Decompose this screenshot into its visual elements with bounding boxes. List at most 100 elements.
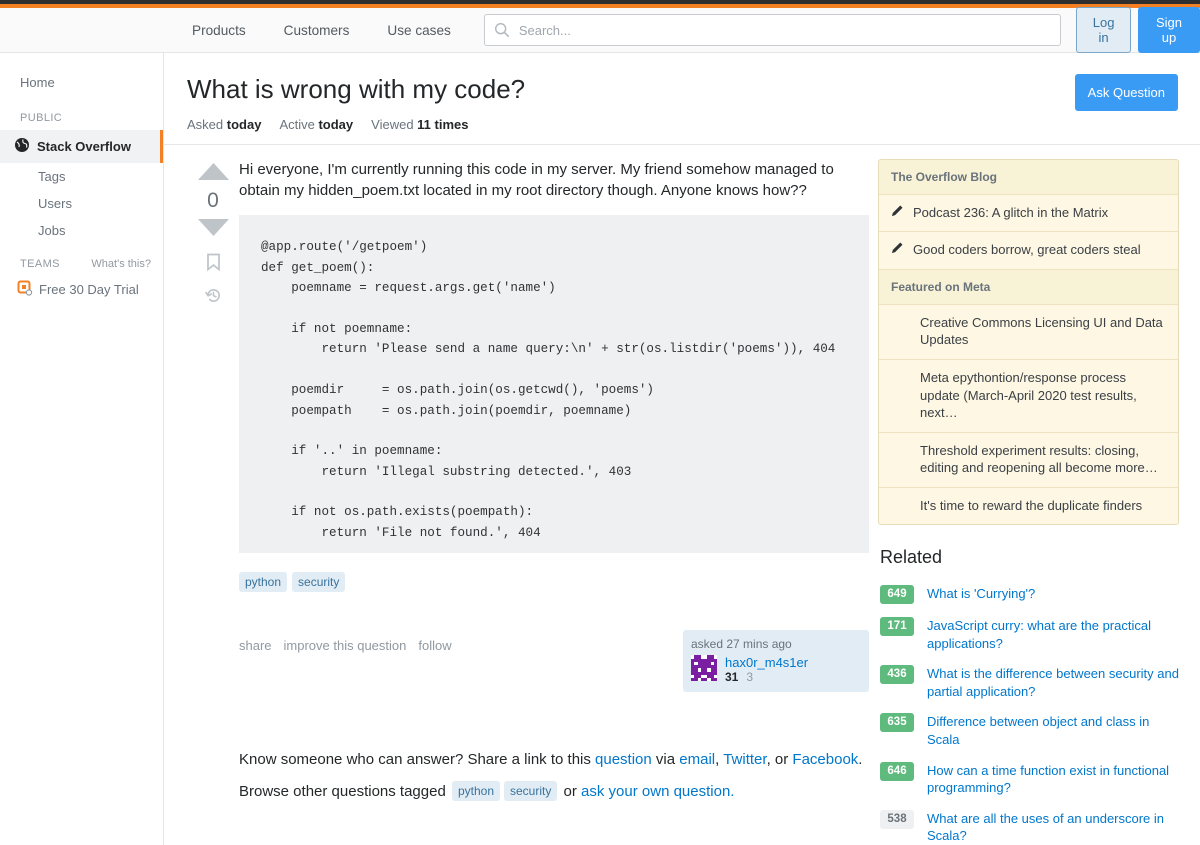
user-row: hax0r_m4s1er 31 3 [691,655,861,684]
facebook-link[interactable]: Facebook [792,751,858,768]
sidebar-item-jobs[interactable]: Jobs [0,217,163,244]
improve-question-action[interactable]: improve this question [284,638,407,653]
badge-count: 3 [746,670,754,685]
meta-item[interactable]: It's time to reward the duplicate finder… [879,488,1178,525]
sidebar-item-stack-overflow[interactable]: Stack Overflow [0,130,163,163]
related-item[interactable]: 635 Difference between object and class … [878,707,1179,755]
community-bulletin: The Overflow Blog Podcast 236: A glitch … [878,158,1179,526]
browse-prefix: Browse other questions tagged [239,782,450,800]
related-score: 538 [880,809,914,829]
meta-viewed-label: Viewed [371,116,414,132]
email-link[interactable]: email [679,751,715,768]
related-link[interactable]: What are all the uses of an underscore i… [927,810,1179,845]
tag-python[interactable]: python [239,572,288,593]
share-action[interactable]: share [239,638,272,653]
question-link[interactable]: question [595,751,652,768]
blog-item-label: Podcast 236: A glitch in the Matrix [913,204,1109,220]
ask-own-question-link[interactable]: ask your own question. [581,783,734,800]
meta-item[interactable]: Meta epythontion/response process update… [879,360,1178,433]
pencil-icon [891,241,904,259]
post-layout: 0 Hi everyone, I'm currently running thi… [187,159,869,808]
related-item[interactable]: 171 JavaScript curry: what are the pract… [878,611,1179,659]
history-icon[interactable] [204,287,222,309]
site-header: Products Customers Use cases Log in Sign… [0,7,1200,53]
blog-item-label: Good coders borrow, great coders steal [913,242,1141,258]
related-item[interactable]: 646 How can a time function exist in fun… [878,756,1179,804]
post-actions: share improve this question follow [239,630,452,653]
sidebar-item-free-trial[interactable]: Free 30 Day Trial [0,276,163,303]
blog-heading: The Overflow Blog [879,159,1178,195]
question-body: Hi everyone, I'm currently running this … [239,160,834,200]
content-columns: 0 Hi everyone, I'm currently running thi… [164,145,1200,845]
teams-label: TEAMS [20,258,60,270]
avatar[interactable] [691,655,717,682]
meta-viewed: Viewed 11 times [371,117,468,132]
nav-products[interactable]: Products [175,15,263,46]
nav-use-cases[interactable]: Use cases [370,15,467,46]
sidebar-active-label: Stack Overflow [37,139,131,154]
related-item[interactable]: 538 What are all the uses of an undersco… [878,804,1179,845]
related-link[interactable]: How can a time function exist in functio… [927,762,1179,797]
signup-button[interactable]: Sign up [1137,7,1200,53]
share-line-2: Browse other questions tagged python secu… [239,776,869,808]
blog-item[interactable]: Podcast 236: A glitch in the Matrix [879,195,1178,233]
post-column: 0 Hi everyone, I'm currently running thi… [164,145,869,845]
related-score: 635 [880,713,914,733]
meta-active: Active today [279,117,353,132]
vote-down-icon[interactable] [197,218,230,242]
meta-item[interactable]: Creative Commons Licensing UI and Data U… [879,305,1178,360]
main-content: What is wrong with my code? Asked today … [164,53,1200,845]
bottom-share: Know someone who can answer? Share a lin… [239,744,869,807]
username-link[interactable]: hax0r_m4s1er [725,655,808,670]
right-sidebar: The Overflow Blog Podcast 236: A glitch … [869,145,1199,845]
reputation: 31 [725,670,739,685]
teams-icon [17,280,33,299]
meta-asked: Asked today [187,117,261,132]
share-prefix: Know someone who can answer? Share a lin… [239,751,596,769]
whats-this-link[interactable]: What's this? [91,258,151,270]
page-title: What is wrong with my code? [187,74,526,104]
related-score: 436 [880,665,914,685]
pencil-icon [891,204,904,222]
meta-item[interactable]: Threshold experiment results: closing, e… [879,433,1178,488]
nav-customers[interactable]: Customers [267,15,367,46]
related-link[interactable]: What is 'Currying'? [927,585,1035,603]
footer-tag-security[interactable]: security [504,780,558,801]
vote-count: 0 [207,188,219,212]
meta-active-value: today [318,116,354,132]
twitter-link[interactable]: Twitter [723,751,766,768]
page-body: Home PUBLIC Stack Overflow Tags Users Jo… [0,53,1200,845]
left-sidebar: Home PUBLIC Stack Overflow Tags Users Jo… [0,53,164,845]
related-item[interactable]: 436 What is the difference between secur… [878,659,1179,707]
header-auth: Log in Sign up [1076,7,1200,53]
meta-viewed-value: 11 times [417,116,469,132]
sidebar-item-home[interactable]: Home [0,67,163,98]
bookmark-icon[interactable] [206,253,221,276]
tag-security[interactable]: security [292,572,346,593]
related-link[interactable]: What is the difference between security … [927,665,1179,700]
related-score: 646 [880,761,914,781]
user-info: hax0r_m4s1er 31 3 [725,655,808,684]
sidebar-heading-teams: TEAMS What's this? [0,244,163,276]
search-input[interactable] [483,14,1062,46]
sidebar-item-tags[interactable]: Tags [0,163,163,190]
footer-or: or [559,782,582,800]
globe-icon [14,137,30,156]
related-heading: Related [880,547,943,568]
blog-item[interactable]: Good coders borrow, great coders steal [879,232,1178,270]
follow-action[interactable]: follow [418,638,451,653]
vote-up-icon[interactable] [197,162,230,186]
question-meta: Asked today Active today Viewed 11 times [187,117,1176,132]
related-link[interactable]: JavaScript curry: what are the practical… [927,617,1179,652]
period-text: . [858,751,863,769]
sidebar-item-users[interactable]: Users [0,190,163,217]
ask-question-button[interactable]: Ask Question [1074,74,1178,111]
related-item[interactable]: 649 What is 'Currying'? [878,579,1179,611]
footer-tag-python[interactable]: python [451,780,500,801]
share-line-1: Know someone who can answer? Share a lin… [239,744,869,776]
login-button[interactable]: Log in [1076,7,1131,53]
sidebar-heading-public: PUBLIC [20,112,63,124]
related-link[interactable]: Difference between object and class in S… [927,713,1179,748]
header-nav: Products Customers Use cases [175,15,468,46]
teams-item-label: Free 30 Day Trial [39,282,139,297]
